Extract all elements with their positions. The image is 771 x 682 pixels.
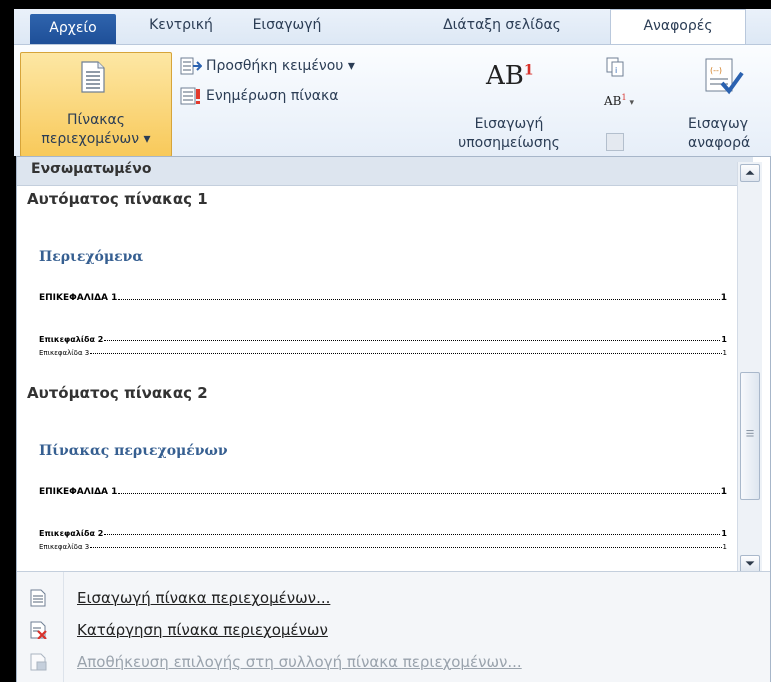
menu-insert-toc-label: Εισαγωγή πίνακα περιεχομένων... xyxy=(77,589,331,607)
gallery-header: Ενσωματωμένο xyxy=(17,157,753,186)
insert-citation-button[interactable]: (--) Εισαγωγ αναφορά xyxy=(682,51,771,155)
add-text-icon xyxy=(180,57,202,75)
insert-citation-label-2: αναφορά xyxy=(688,135,751,151)
toc-button-label-1: Πίνακας xyxy=(66,112,125,128)
gallery-item-automatic-table-2[interactable]: Αυτόματος πίνακας 2 Πίνακας περιεχομένων… xyxy=(17,379,737,569)
arrow-down-icon xyxy=(745,561,755,566)
scroll-thumb[interactable] xyxy=(740,372,760,500)
add-text-label: Προσθήκη κειμένου ▾ xyxy=(206,58,355,74)
svg-text:(--): (--) xyxy=(710,66,722,75)
toc-preview-line: Επικεφαλίδα 21 xyxy=(39,529,727,538)
toc-preview-line: Επικεφαλίδα 31 xyxy=(39,543,727,551)
arrow-up-icon xyxy=(745,170,755,175)
gallery-menu: Εισαγωγή πίνακα περιεχομένων... Κατάργησ… xyxy=(17,571,770,682)
table-of-contents-icon xyxy=(81,61,105,93)
svg-text:i: i xyxy=(615,66,617,75)
toc-button-label-2: περιεχομένων ▾ xyxy=(41,131,151,147)
document-edge xyxy=(0,156,16,682)
insert-citation-icon: (--) xyxy=(705,58,744,95)
tab-page-layout[interactable]: Διάταξη σελίδας xyxy=(412,9,592,44)
tab-home[interactable]: Κεντρική xyxy=(129,9,233,44)
tab-references[interactable]: Αναφορές xyxy=(610,9,746,46)
update-table-button[interactable]: Ενημέρωση πίνακα xyxy=(180,87,339,105)
add-text-button[interactable]: Προσθήκη κειμένου ▾ xyxy=(180,57,355,75)
toc-preview-line: ΕΠΙΚΕΦΑΛΙΔΑ 11 xyxy=(39,293,727,303)
gallery-scrollbar[interactable] xyxy=(737,162,762,575)
footnote-icon: AB1 xyxy=(486,61,534,91)
save-to-gallery-icon xyxy=(30,653,47,671)
menu-save-selection-label: Αποθήκευση επιλογής στη συλλογή πίνακα π… xyxy=(77,653,522,671)
insert-endnote-icon[interactable]: i xyxy=(606,57,624,77)
gallery-item-title: Αυτόματος πίνακας 1 xyxy=(27,190,208,208)
update-table-icon xyxy=(180,87,200,105)
next-footnote-button[interactable]: AB1 ▾ xyxy=(604,93,634,108)
grip-icon xyxy=(746,430,754,437)
menu-save-selection: Αποθήκευση επιλογής στη συλλογή πίνακα π… xyxy=(17,648,770,676)
table-of-contents-button[interactable]: Πίνακας περιεχομένων ▾ xyxy=(20,52,172,157)
menu-remove-toc[interactable]: Κατάργηση πίνακα περιεχομένων xyxy=(17,616,770,644)
update-table-label: Ενημέρωση πίνακα xyxy=(206,88,339,104)
toc-preview-heading: Περιεχόμενα xyxy=(39,249,144,265)
toc-preview-heading: Πίνακας περιεχομένων xyxy=(39,443,228,459)
gallery-item-automatic-table-1[interactable]: Αυτόματος πίνακας 1 Περιεχόμενα ΕΠΙΚΕΦΑΛ… xyxy=(17,185,737,375)
toc-preview-line: ΕΠΙΚΕΦΑΛΙΔΑ 11 xyxy=(39,487,727,497)
insert-footnote-label-2: υποσημείωσης xyxy=(458,135,560,151)
toc-preview-line: Επικεφαλίδα 21 xyxy=(39,335,727,344)
gallery-item-title: Αυτόματος πίνακας 2 xyxy=(27,384,208,402)
gallery-header-label: Ενσωματωμένο xyxy=(31,161,152,177)
insert-footnote-label-1: Εισαγωγή xyxy=(474,116,544,132)
tab-insert[interactable]: Εισαγωγή xyxy=(239,9,335,44)
toc-gallery-dropdown: Ενσωματωμένο Αυτόματος πίνακας 1 Περιεχό… xyxy=(16,156,771,682)
insert-footnote-button[interactable]: AB1 Εισαγωγή υποσημείωσης xyxy=(444,51,584,155)
insert-citation-label-1: Εισαγωγ xyxy=(688,116,748,132)
tab-file[interactable]: Αρχείο xyxy=(30,14,116,44)
ribbon-tab-bar: Αρχείο Κεντρική Εισαγωγή Διάταξη σελίδας… xyxy=(0,0,771,46)
menu-remove-toc-label: Κατάργηση πίνακα περιεχομένων xyxy=(77,621,328,639)
remove-toc-icon xyxy=(30,621,47,639)
scroll-up-button[interactable] xyxy=(740,164,760,182)
tab-strip: Αρχείο Κεντρική Εισαγωγή Διάταξη σελίδας… xyxy=(14,9,771,46)
menu-insert-toc[interactable]: Εισαγωγή πίνακα περιεχομένων... xyxy=(17,584,770,612)
ribbon-references: Πίνακας περιεχομένων ▾ Προσθήκη κειμένου… xyxy=(14,44,771,157)
show-notes-icon[interactable] xyxy=(606,133,624,151)
insert-toc-icon xyxy=(30,589,46,607)
toc-preview-line: Επικεφαλίδα 31 xyxy=(39,349,727,357)
